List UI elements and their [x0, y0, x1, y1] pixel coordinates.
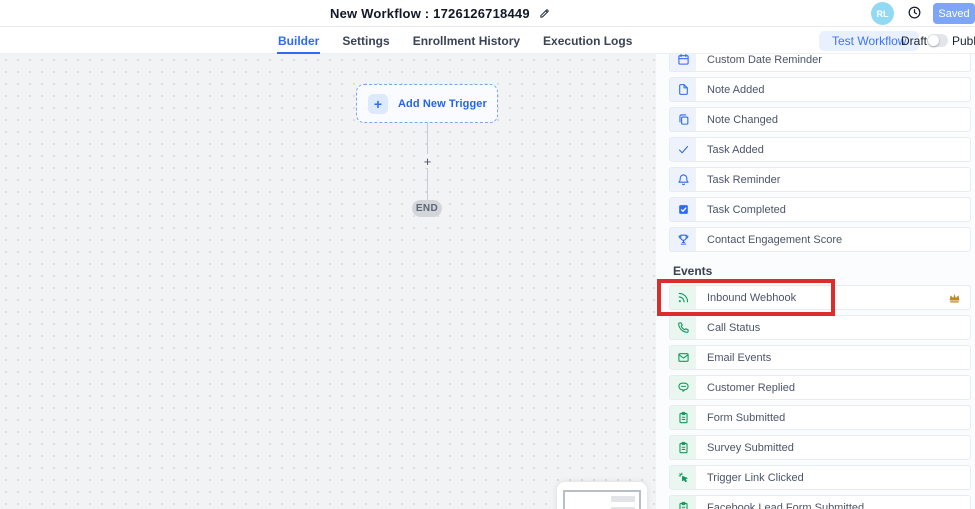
trigger-item-task-completed[interactable]: Task Completed — [669, 197, 971, 222]
edit-title-pencil-icon[interactable] — [539, 8, 550, 19]
trigger-item-label: Custom Date Reminder — [696, 54, 822, 66]
trigger-item-label: Note Changed — [696, 114, 778, 126]
trigger-item-task-added[interactable]: Task Added — [669, 137, 971, 162]
plus-icon: + — [368, 94, 388, 114]
publish-toggle[interactable] — [927, 34, 948, 47]
trigger-item-survey-submitted[interactable]: Survey Submitted — [669, 435, 971, 460]
phone-icon — [670, 316, 696, 339]
trophy-icon — [670, 228, 696, 251]
trigger-item-form-submitted[interactable]: Form Submitted — [669, 405, 971, 430]
workflow-title-wrap: New Workflow : 1726126718449 — [330, 0, 550, 27]
chat-icon — [670, 376, 696, 399]
link-click-icon — [670, 466, 696, 489]
trigger-item-label: Call Status — [696, 322, 760, 334]
placeholder-bar — [611, 496, 635, 502]
preview-popup-partial — [557, 482, 647, 509]
saved-button[interactable]: Saved — [933, 3, 975, 24]
trigger-item-label: Task Reminder — [696, 174, 780, 186]
tab-enrollment-history[interactable]: Enrollment History — [413, 27, 520, 54]
trigger-item-email-events[interactable]: Email Events — [669, 345, 971, 370]
webhook-icon — [670, 286, 696, 309]
tab-execution-logs[interactable]: Execution Logs — [543, 27, 632, 54]
form-icon — [670, 406, 696, 429]
bell-icon — [670, 168, 696, 191]
trigger-item-custom-date-reminder[interactable]: Custom Date Reminder — [669, 54, 971, 72]
trigger-item-label: Inbound Webhook — [696, 292, 796, 304]
trigger-item-label: Task Completed — [696, 204, 786, 216]
crown-icon — [948, 291, 961, 304]
trigger-item-label: Survey Submitted — [696, 442, 794, 454]
note-changed-icon — [670, 108, 696, 131]
trigger-item-facebook-lead-form-submitted[interactable]: Facebook Lead Form Submitted — [669, 495, 971, 509]
trigger-item-inbound-webhook[interactable]: Inbound Webhook — [669, 285, 971, 310]
trigger-item-label: Email Events — [696, 352, 771, 364]
section-header-events: Events — [673, 264, 971, 278]
workflow-title: New Workflow : 1726126718449 — [330, 6, 530, 21]
tab-builder[interactable]: Builder — [278, 27, 319, 54]
trigger-item-customer-replied[interactable]: Customer Replied — [669, 375, 971, 400]
tab-settings[interactable]: Settings — [342, 27, 389, 54]
trigger-list: Custom Date Reminder Note Added Note Chang… — [669, 54, 971, 509]
tab-bar: Builder Settings Enrollment History Executi… — [0, 27, 975, 54]
end-node: END — [412, 200, 442, 217]
trigger-item-label: Contact Engagement Score — [696, 234, 842, 246]
trigger-item-contact-engagement-score[interactable]: Contact Engagement Score — [669, 227, 971, 252]
trigger-item-label: Form Submitted — [696, 412, 785, 424]
calendar-icon — [670, 54, 696, 71]
check-icon — [670, 138, 696, 161]
trigger-item-note-added[interactable]: Note Added — [669, 77, 971, 102]
toggle-knob — [928, 35, 939, 46]
trigger-item-note-changed[interactable]: Note Changed — [669, 107, 971, 132]
email-icon — [670, 346, 696, 369]
user-avatar[interactable]: RL — [871, 2, 894, 25]
trigger-item-task-reminder[interactable]: Task Reminder — [669, 167, 971, 192]
preview-popup-frame — [563, 490, 641, 509]
top-header: New Workflow : 1726126718449 RL Saved — [0, 0, 975, 27]
survey-icon — [670, 436, 696, 459]
trigger-item-call-status[interactable]: Call Status — [669, 315, 971, 340]
tabs: Builder Settings Enrollment History Executi… — [278, 27, 632, 54]
publish-label: Publish — [952, 34, 975, 48]
version-history-icon[interactable] — [907, 5, 922, 20]
workflow-builder-page: New Workflow : 1726126718449 RL Saved Bu… — [0, 0, 975, 509]
trigger-sidebar: Custom Date Reminder Note Added Note Chang… — [656, 54, 975, 509]
task-completed-icon — [670, 198, 696, 221]
facebook-form-icon — [670, 496, 696, 509]
trigger-item-label: Trigger Link Clicked — [696, 472, 804, 484]
workflow-canvas[interactable]: + Add New Trigger + END — [0, 54, 656, 509]
trigger-item-label: Task Added — [696, 144, 764, 156]
add-new-trigger-button[interactable]: + Add New Trigger — [356, 84, 498, 123]
trigger-item-label: Note Added — [696, 84, 765, 96]
trigger-item-trigger-link-clicked[interactable]: Trigger Link Clicked — [669, 465, 971, 490]
trigger-item-label: Facebook Lead Form Submitted — [696, 502, 864, 509]
add-new-trigger-label: Add New Trigger — [398, 98, 487, 110]
draft-label: Draft — [901, 34, 927, 48]
note-icon — [670, 78, 696, 101]
add-step-plus-icon[interactable]: + — [420, 154, 435, 168]
trigger-item-label: Customer Replied — [696, 382, 795, 394]
